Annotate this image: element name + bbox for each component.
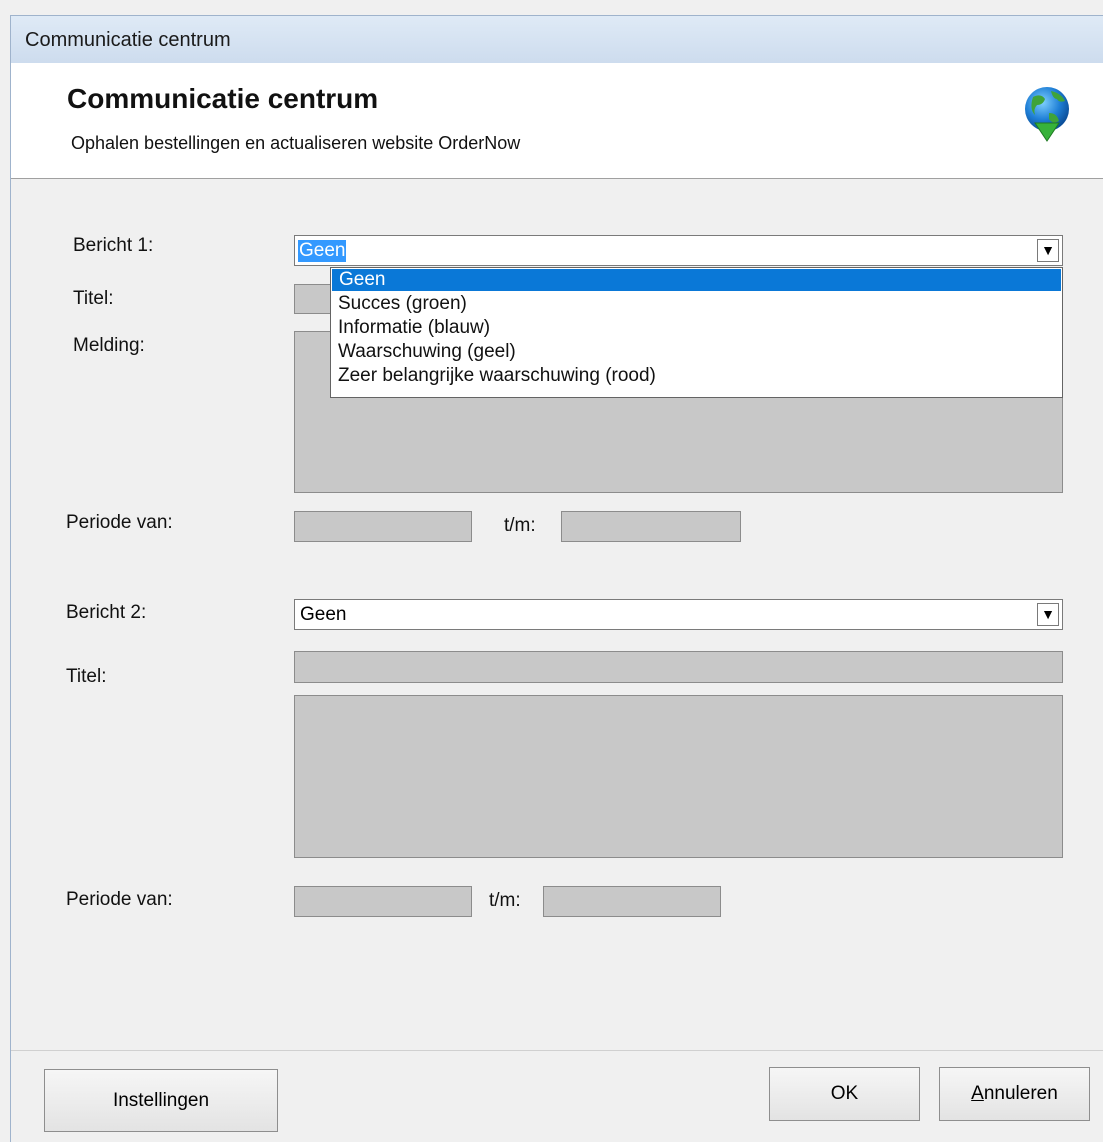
bericht1-periode-from[interactable] xyxy=(294,511,472,542)
globe-download-icon xyxy=(1025,87,1069,142)
bericht2-tm-label: t/m: xyxy=(489,890,521,911)
bericht1-select-value: Geen xyxy=(298,240,347,262)
triangle-down-icon[interactable]: ▼ xyxy=(1037,239,1059,262)
settings-button[interactable]: Instellingen xyxy=(44,1069,278,1132)
title-bar: Communicatie centrum xyxy=(10,15,1103,63)
header-title: Communicatie centrum xyxy=(67,83,379,114)
bericht2-periode-to[interactable] xyxy=(543,886,721,917)
dropdown-option[interactable]: Geen xyxy=(332,269,1061,291)
dropdown-option[interactable]: Zeer belangrijke waarschuwing (rood) xyxy=(331,364,1062,388)
dialog-header: Communicatie centrum Ophalen bestellinge… xyxy=(11,63,1103,179)
cancel-button[interactable]: Annuleren xyxy=(939,1067,1090,1121)
dropdown-option[interactable]: Waarschuwing (geel) xyxy=(331,340,1062,364)
settings-button-label: Instellingen xyxy=(112,1090,210,1111)
bericht2-select[interactable]: Geen ▼ xyxy=(294,599,1063,630)
cancel-button-label: Annuleren xyxy=(971,1068,1058,1120)
dropdown-option[interactable]: Informatie (blauw) xyxy=(331,316,1062,340)
bericht1-melding-label: Melding: xyxy=(73,335,145,356)
window-title: Communicatie centrum xyxy=(25,29,231,51)
bericht2-periode-from[interactable] xyxy=(294,886,472,917)
bericht1-dropdown-list: Geen Succes (groen) Informatie (blauw) W… xyxy=(330,267,1063,398)
dropdown-option[interactable]: Succes (groen) xyxy=(331,292,1062,316)
bericht1-titel-label: Titel: xyxy=(73,288,114,309)
header-subtitle: Ophalen bestellingen en actualiseren web… xyxy=(71,133,521,153)
ok-button[interactable]: OK xyxy=(769,1067,920,1121)
bericht2-titel-input[interactable] xyxy=(294,651,1063,683)
bericht1-periode-label: Periode van: xyxy=(66,512,173,533)
bericht2-melding-input[interactable] xyxy=(294,695,1063,858)
cancel-button-mnemonic: A xyxy=(971,1083,984,1104)
bericht2-periode-label: Periode van: xyxy=(66,889,173,910)
dialog-window: Communicatie centrum Ophalen bestellinge… xyxy=(10,63,1103,1142)
bericht1-periode-to[interactable] xyxy=(561,511,741,542)
footer-separator xyxy=(11,1050,1103,1051)
cancel-button-label-rest: nnuleren xyxy=(983,1083,1058,1104)
bericht2-select-value: Geen xyxy=(300,604,347,625)
ok-button-label: OK xyxy=(830,1083,859,1104)
bericht2-label: Bericht 2: xyxy=(66,602,147,623)
bericht2-titel-label: Titel: xyxy=(66,666,107,687)
bericht1-label: Bericht 1: xyxy=(73,235,154,256)
bericht1-tm-label: t/m: xyxy=(504,515,536,536)
triangle-down-icon[interactable]: ▼ xyxy=(1037,603,1059,626)
bericht1-select[interactable]: Geen ▼ xyxy=(294,235,1063,266)
